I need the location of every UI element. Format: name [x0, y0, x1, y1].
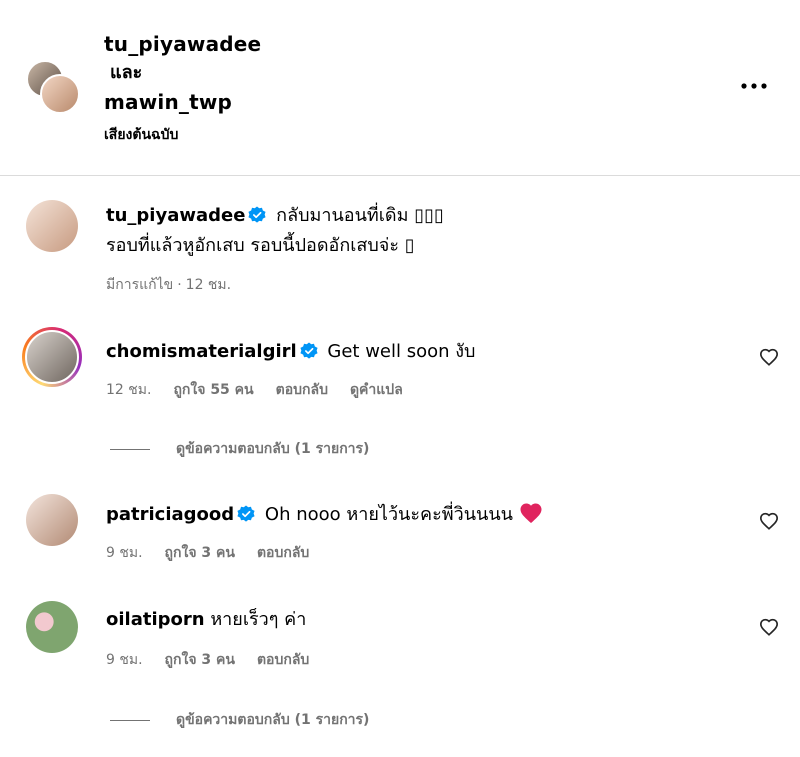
caption-meta: มีการแก้ไข · 12 ชม. — [106, 276, 231, 294]
reply-button[interactable]: ตอบกลับ — [257, 544, 309, 562]
view-replies-label: ดูข้อความตอบกลับ (1 รายการ) — [176, 441, 370, 457]
comment-avatar-oilatiporn[interactable] — [26, 601, 78, 653]
view-replies-label: ดูข้อความตอบกลับ (1 รายการ) — [176, 712, 370, 728]
edited-label: มีการแก้ไข — [106, 277, 174, 293]
like-button[interactable] — [758, 616, 780, 638]
caption-time[interactable]: 12 ชม. — [186, 276, 231, 294]
heart-icon — [759, 618, 779, 636]
meta-separator: · — [177, 277, 182, 293]
avatar-tu_piyawadee[interactable] — [40, 74, 80, 114]
heart-icon — [759, 348, 779, 366]
comment-username[interactable]: oilatiporn — [106, 609, 205, 630]
comment-time[interactable]: 9 ชม. — [106, 651, 143, 669]
comment-text: Oh nooo หายไว้นะคะพี่วินนนน — [264, 504, 513, 525]
more-options-button[interactable] — [736, 72, 772, 100]
verified-badge-icon — [248, 206, 266, 223]
header-username-2[interactable]: mawin_twp — [104, 90, 232, 114]
comment-meta: 9 ชม. ถูกใจ 3 คน ตอบกลับ — [106, 544, 331, 562]
reply-button[interactable]: ตอบกลับ — [257, 651, 309, 669]
likes-count[interactable]: ถูกใจ 55 คน — [173, 381, 253, 399]
post-header: tu_piyawadee และ mawin_twp เสียงต้นฉบับ — [0, 0, 800, 176]
comment-meta: 9 ชม. ถูกใจ 3 คน ตอบกลับ — [106, 651, 331, 669]
caption-avatar[interactable] — [26, 200, 78, 252]
collab-avatars[interactable] — [26, 60, 82, 116]
caption-text-2: รอบที่แล้วหูอักเสบ รอบนี้ปอดอักเสบจ่ะ ▯ — [106, 235, 415, 256]
likes-count[interactable]: ถูกใจ 3 คน — [165, 544, 235, 562]
red-heart-emoji-icon — [520, 503, 542, 523]
comment-avatar-patriciagood[interactable] — [26, 494, 78, 546]
comment-avatar-chomismaterialgirl[interactable] — [22, 327, 82, 387]
comment-line: chomismaterialgirl Get well soon งับ — [106, 340, 475, 364]
comment-username[interactable]: chomismaterialgirl — [106, 341, 297, 362]
caption-line-1: tu_piyawadee กลับมานอนที่เดิม ▯▯▯ — [106, 204, 444, 228]
heart-icon — [759, 512, 779, 530]
caption-username[interactable]: tu_piyawadee — [106, 205, 245, 226]
header-and-text: และ — [110, 62, 143, 83]
view-replies-button[interactable]: ดูข้อความตอบกลับ (1 รายการ) — [110, 709, 369, 731]
caption-text-1: กลับมานอนที่เดิม ▯▯▯ — [276, 205, 444, 226]
like-button[interactable] — [758, 346, 780, 368]
replies-divider — [110, 719, 150, 721]
verified-badge-icon — [300, 342, 318, 359]
like-button[interactable] — [758, 510, 780, 532]
translate-button[interactable]: ดูคำแปล — [350, 381, 403, 399]
comment-username[interactable]: patriciagood — [106, 504, 234, 525]
likes-count[interactable]: ถูกใจ 3 คน — [165, 651, 235, 669]
verified-badge-icon — [237, 505, 255, 522]
more-dots-icon — [741, 83, 767, 89]
comment-meta: 12 ชม. ถูกใจ 55 คน ตอบกลับ ดูคำแปล — [106, 381, 425, 399]
replies-divider — [110, 448, 150, 450]
comment-line: patriciagood Oh nooo หายไว้นะคะพี่วินนนน — [106, 502, 543, 527]
comment-text: หายเร็วๆ ค่า — [210, 609, 307, 630]
comment-time[interactable]: 12 ชม. — [106, 381, 151, 399]
header-username-1[interactable]: tu_piyawadee — [104, 32, 261, 56]
reply-button[interactable]: ตอบกลับ — [276, 381, 328, 399]
comment-text: Get well soon งับ — [327, 341, 476, 362]
original-audio-link[interactable]: เสียงต้นฉบับ — [104, 126, 178, 144]
view-replies-button[interactable]: ดูข้อความตอบกลับ (1 รายการ) — [110, 438, 369, 460]
comment-line: oilatiporn หายเร็วๆ ค่า — [106, 608, 306, 632]
comment-time[interactable]: 9 ชม. — [106, 544, 143, 562]
